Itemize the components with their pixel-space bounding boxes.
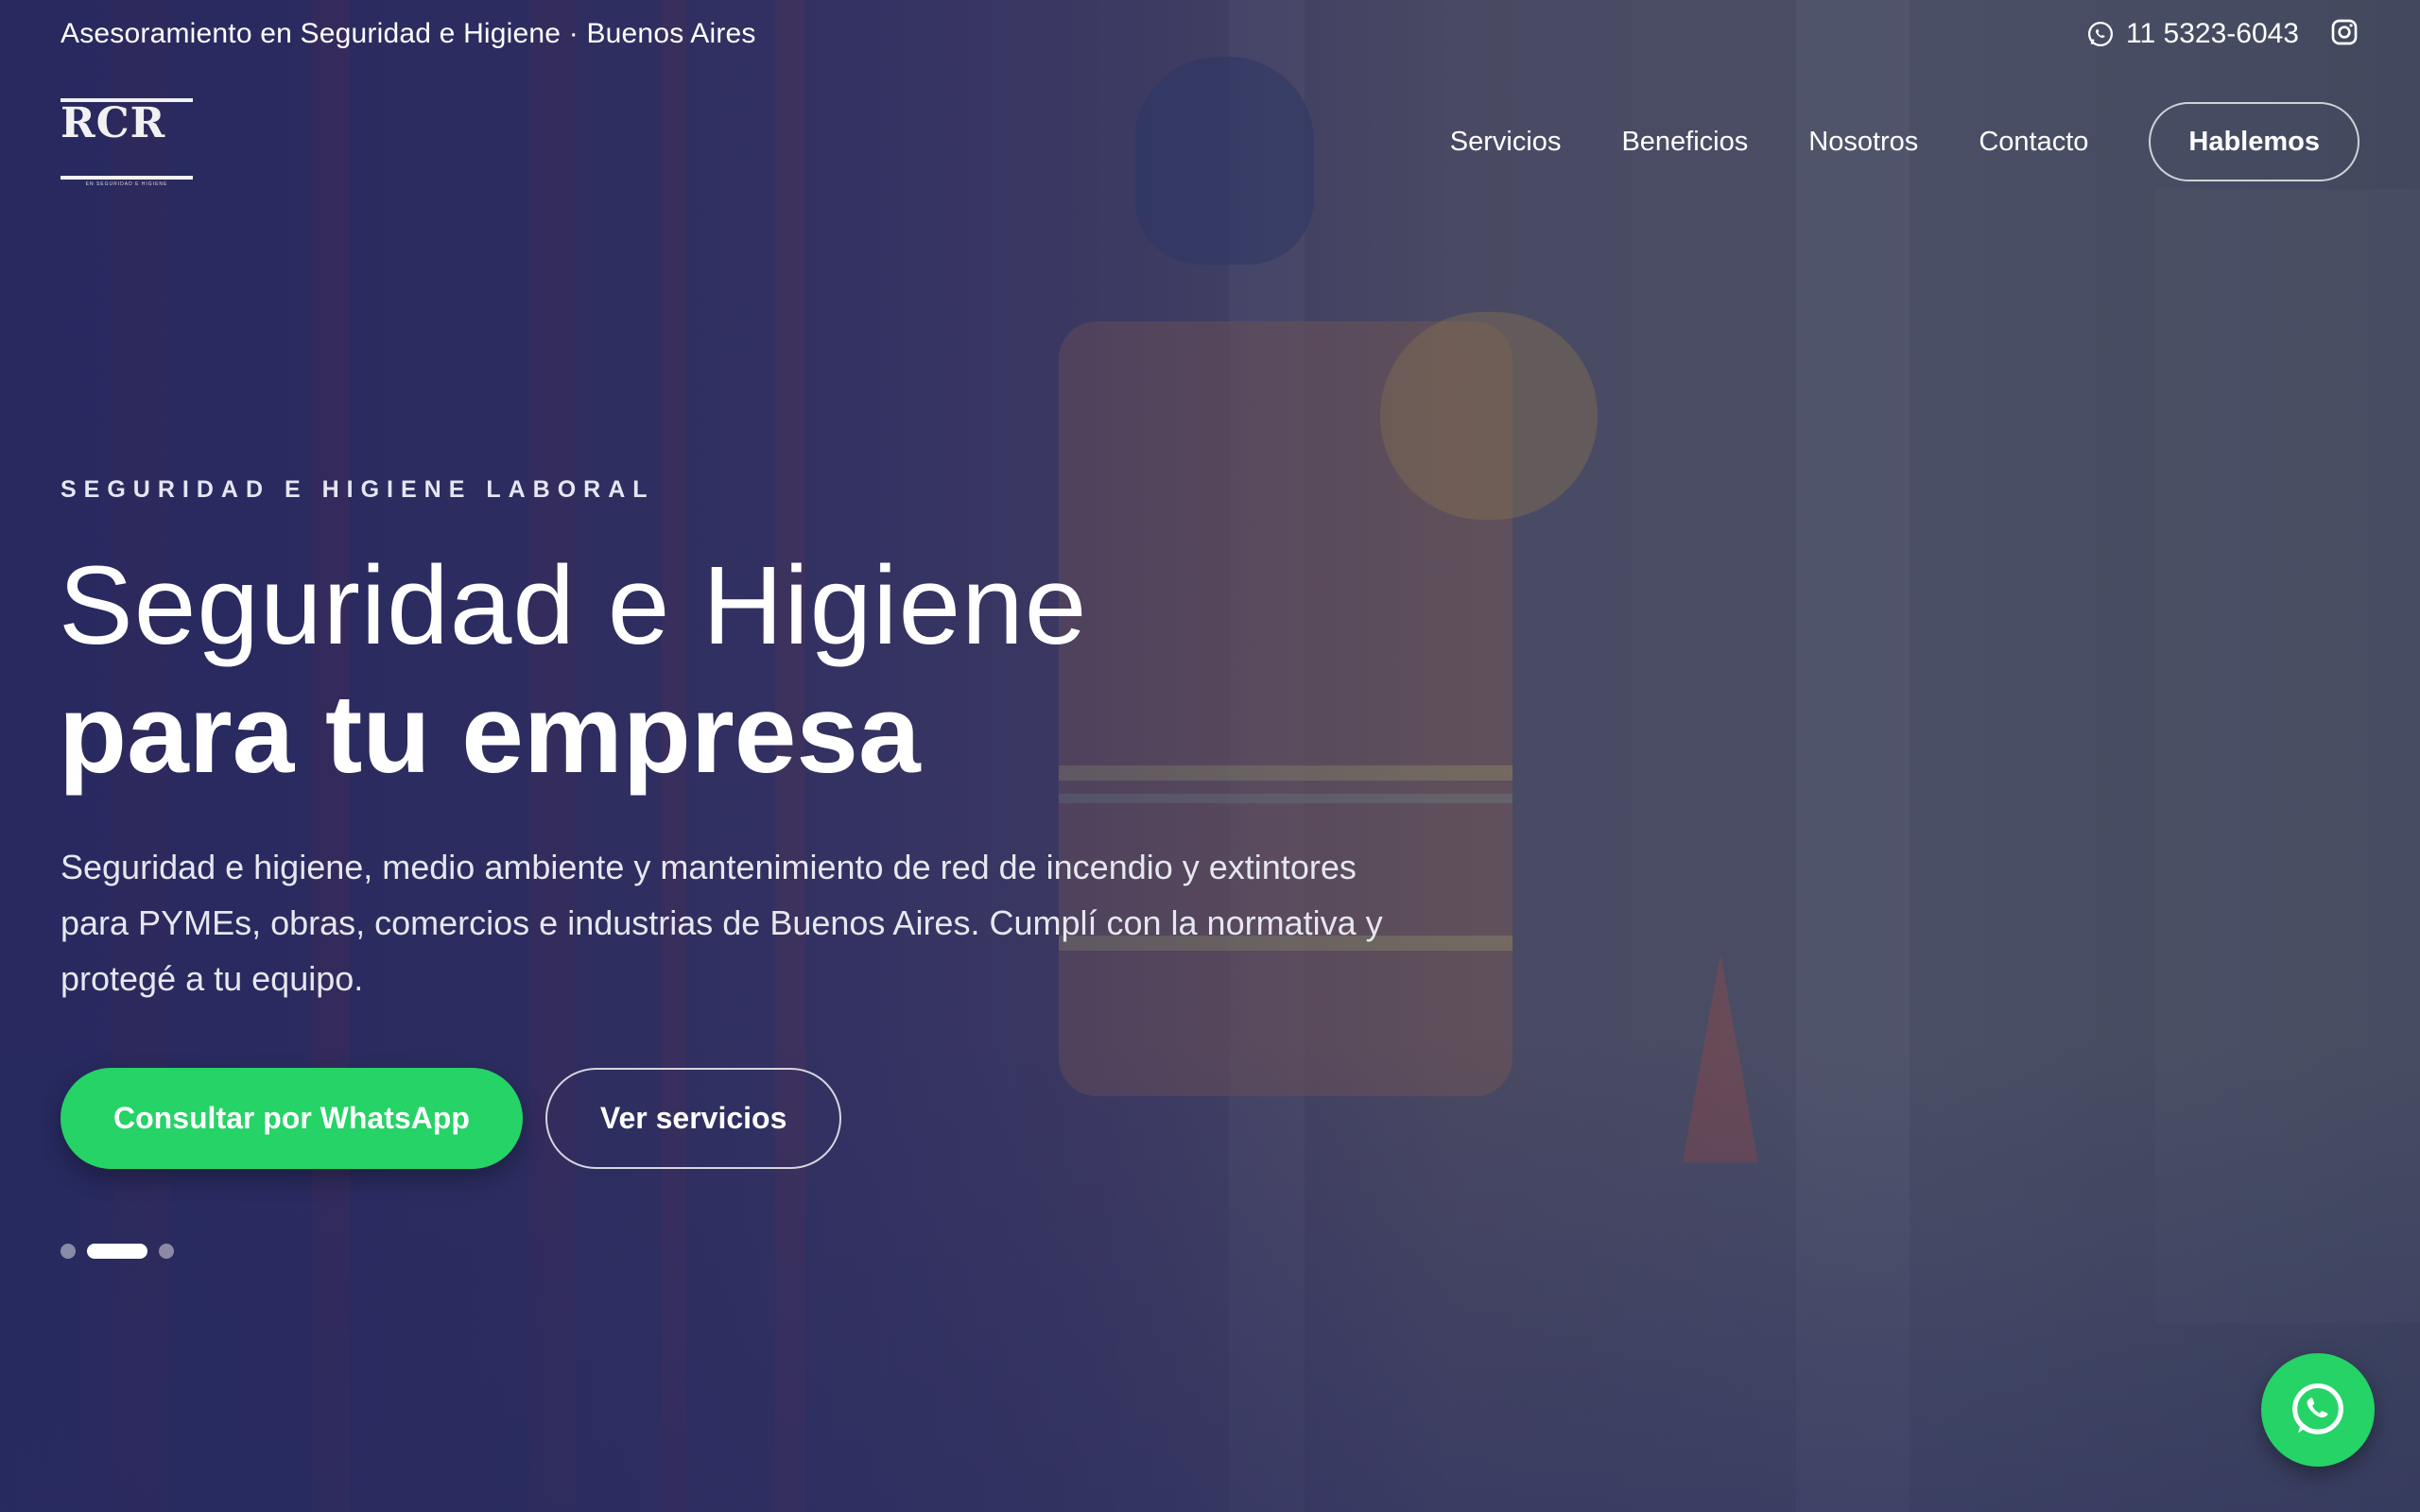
- hero-actions: Consultar por WhatsApp Ver servicios: [60, 1068, 842, 1169]
- slider-dot-2[interactable]: [87, 1244, 147, 1259]
- main-nav: Servicios Beneficios Nosotros Contacto H…: [1390, 102, 2360, 181]
- instagram-link[interactable]: [2329, 17, 2360, 52]
- logo-mark: RCR: [60, 99, 164, 147]
- hablemos-button[interactable]: Hablemos: [2149, 102, 2360, 181]
- logo-tagline: EN SEGURIDAD E HIGIENE: [85, 181, 168, 187]
- hero-title-light: Seguridad e Higiene: [59, 543, 1088, 668]
- site-header: RCR EN SEGURIDAD E HIGIENE Servicios Ben…: [60, 94, 2360, 189]
- floating-whatsapp-button[interactable]: [2261, 1353, 2375, 1467]
- slider-dot-3[interactable]: [159, 1244, 174, 1259]
- whatsapp-consult-button[interactable]: Consultar por WhatsApp: [60, 1068, 523, 1169]
- nav-beneficios[interactable]: Beneficios: [1621, 127, 1748, 158]
- slider-dots: [60, 1244, 174, 1259]
- nav-nosotros[interactable]: Nosotros: [1808, 127, 1918, 158]
- whatsapp-icon: [2292, 1383, 2343, 1435]
- top-bar: Asesoramiento en Seguridad e Higiene · B…: [60, 15, 2360, 53]
- hero-title-bold: para tu empresa: [59, 672, 921, 797]
- whatsapp-icon: [2088, 22, 2114, 46]
- topbar-contact: 11 5323-6043: [2086, 17, 2360, 52]
- hero-lead: Seguridad e higiene, medio ambiente y ma…: [60, 848, 1383, 998]
- hero-eyebrow: SEGURIDAD E HIGIENE LABORAL: [60, 476, 655, 503]
- nav-servicios[interactable]: Servicios: [1450, 127, 1562, 158]
- slider-dot-1[interactable]: [60, 1244, 76, 1259]
- instagram-icon: [2331, 19, 2358, 44]
- phone-link[interactable]: 11 5323-6043: [2086, 18, 2299, 50]
- logo-rule: [60, 176, 193, 180]
- topbar-tagline: Asesoramiento en Seguridad e Higiene · B…: [60, 18, 756, 49]
- site-logo[interactable]: RCR EN SEGURIDAD E HIGIENE: [60, 96, 193, 187]
- phone-number: 11 5323-6043: [2126, 18, 2299, 49]
- view-services-button[interactable]: Ver servicios: [544, 1068, 842, 1169]
- nav-contacto[interactable]: Contacto: [1979, 127, 2088, 158]
